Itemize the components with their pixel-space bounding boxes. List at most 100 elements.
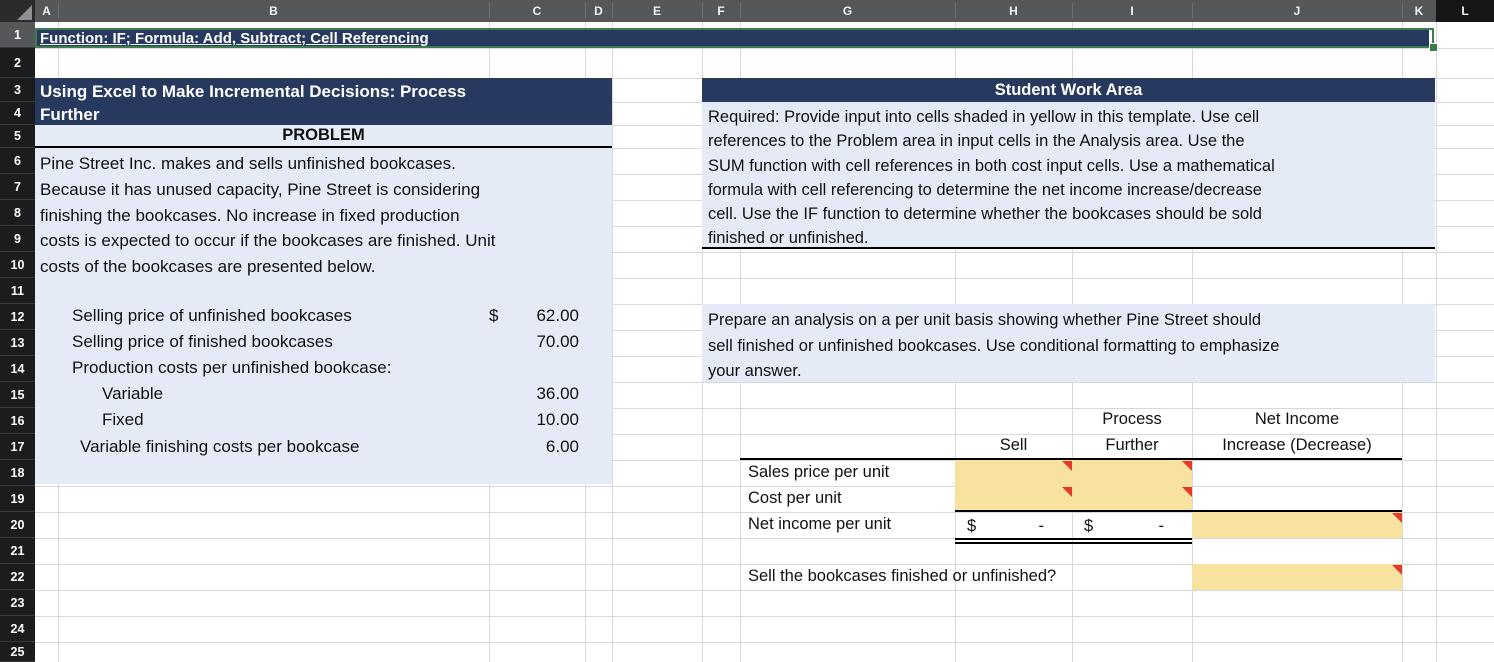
column-header-divider (1192, 3, 1193, 19)
select-all-corner[interactable] (0, 0, 35, 22)
row-header-14[interactable]: 14 (0, 356, 35, 382)
column-header-A[interactable]: A (35, 0, 58, 22)
comment-indicator-icon (1392, 565, 1402, 575)
currency-symbol: $ (1084, 516, 1094, 535)
header-net-income-line1: Net Income (1254, 410, 1340, 428)
column-header-divider (1402, 3, 1403, 19)
input-cell-net-income-increase[interactable] (1192, 512, 1402, 538)
column-header-B[interactable]: B (58, 0, 489, 22)
column-header-H[interactable]: H (955, 0, 1072, 22)
required-instructions-block: Required: Provide input into cells shade… (702, 102, 1435, 248)
column-header-K[interactable]: K (1402, 0, 1436, 22)
row-header-22[interactable]: 22 (0, 564, 35, 590)
currency-symbol: $ (967, 516, 977, 535)
item-label-variable: Variable (102, 384, 164, 403)
gridline-horizontal (35, 616, 1494, 617)
row-header-25[interactable]: 25 (0, 642, 35, 662)
row-header-4[interactable]: 4 (0, 102, 35, 125)
column-header-divider (612, 3, 613, 19)
row-header-21[interactable]: 21 (0, 538, 35, 564)
row-header-3[interactable]: 3 (0, 78, 35, 102)
column-header-I[interactable]: I (1072, 0, 1192, 22)
comment-indicator-icon (1062, 461, 1072, 471)
row-header-17[interactable]: 17 (0, 434, 35, 460)
column-header-divider (1072, 3, 1073, 19)
item-value-variable-finishing: 6.00 (489, 437, 579, 457)
row-header-5[interactable]: 5 (0, 125, 35, 148)
net-income-row-top-border (955, 510, 1402, 512)
row-header-24[interactable]: 24 (0, 616, 35, 642)
column-header-E[interactable]: E (612, 0, 702, 22)
row-header-12[interactable]: 12 (0, 304, 35, 330)
selection-fill-handle[interactable] (1429, 43, 1438, 52)
row-header-16[interactable]: 16 (0, 408, 35, 434)
row-label-sales-price: Sales price per unit (748, 463, 890, 481)
column-header-G[interactable]: G (740, 0, 955, 22)
item-value-selling-unfinished: $ 62.00 (489, 306, 579, 326)
item-label-production-costs: Production costs per unfinished bookcase… (72, 358, 392, 377)
required-block-underline (702, 247, 1435, 249)
comment-indicator-icon (1182, 461, 1192, 471)
cell-value: - (1038, 516, 1045, 535)
gridline-horizontal (35, 642, 1494, 643)
row-header-19[interactable]: 19 (0, 486, 35, 512)
column-header-C[interactable]: C (489, 0, 585, 22)
gridline-horizontal (35, 486, 1494, 487)
header-net-income-line2: Increase (Decrease) (1222, 436, 1372, 454)
selection-border (35, 28, 1434, 48)
input-cell-sell-or-finish-answer[interactable] (1192, 564, 1402, 590)
double-underline-bottom (955, 542, 1192, 544)
item-value-selling-finished: 70.00 (489, 332, 579, 352)
gridline-horizontal (35, 48, 1494, 49)
row-header-18[interactable]: 18 (0, 460, 35, 486)
analysis-header-underline (740, 458, 1402, 460)
item-value-fixed: 10.00 (489, 410, 579, 430)
double-underline-top (955, 538, 1192, 540)
row-header-6[interactable]: 6 (0, 148, 35, 174)
column-header-F[interactable]: F (702, 0, 740, 22)
net-income-sell-cell[interactable]: $ - (955, 514, 1072, 538)
row-header-15[interactable]: 15 (0, 382, 35, 408)
header-process-line2: Further (1105, 436, 1159, 454)
column-header-J[interactable]: J (1192, 0, 1402, 22)
column-header-divider (740, 3, 741, 19)
problem-section-label: PROBLEM (282, 126, 365, 144)
item-value-variable: 36.00 (489, 384, 579, 404)
item-amount: 6.00 (545, 437, 579, 456)
column-header-divider (58, 3, 59, 19)
gridline-vertical (1436, 22, 1437, 662)
student-work-area-banner: Student Work Area (702, 78, 1435, 102)
problem-panel-title: Using Excel to Make Incremental Decision… (35, 78, 612, 125)
row-header-7[interactable]: 7 (0, 174, 35, 200)
question-label: Sell the bookcases finished or unfinishe… (748, 567, 1057, 585)
row-header-1[interactable]: 1 (0, 22, 35, 48)
item-amount: 36.00 (536, 384, 579, 403)
cell-value: - (1158, 516, 1165, 535)
row-header-strip: 1 2 3 4 5 6 7 8 9 10 11 12 13 14 15 16 17 18 19 20 21 22 23 24 2… (0, 22, 35, 662)
input-cells-sell-process[interactable] (955, 460, 1192, 511)
column-header-divider (585, 3, 586, 19)
problem-description: Pine Street Inc. makes and sells unfinis… (40, 154, 496, 277)
currency-symbol: $ (489, 306, 499, 325)
row-header-23[interactable]: 23 (0, 590, 35, 616)
comment-indicator-icon (1182, 487, 1192, 497)
row-header-11[interactable]: 11 (0, 278, 35, 304)
row-header-9[interactable]: 9 (0, 226, 35, 252)
comment-indicator-icon (1062, 487, 1072, 497)
select-all-triangle-icon (17, 5, 32, 20)
item-label-selling-finished: Selling price of finished bookcases (72, 332, 333, 351)
problem-section-underline (35, 146, 612, 148)
column-header-D[interactable]: D (585, 0, 612, 22)
row-header-2[interactable]: 2 (0, 48, 35, 78)
row-header-20[interactable]: 20 (0, 512, 35, 538)
comment-indicator-icon (1392, 513, 1402, 523)
column-header-divider (702, 3, 703, 19)
prepare-instructions-block: Prepare an analysis on a per unit basis … (702, 304, 1435, 382)
row-header-10[interactable]: 10 (0, 252, 35, 278)
net-income-process-cell[interactable]: $ - (1072, 514, 1192, 538)
header-sell: Sell (999, 436, 1028, 454)
row-header-13[interactable]: 13 (0, 330, 35, 356)
column-header-L[interactable]: L (1436, 0, 1494, 22)
row-header-8[interactable]: 8 (0, 200, 35, 226)
row-label-net-income: Net income per unit (748, 515, 892, 533)
